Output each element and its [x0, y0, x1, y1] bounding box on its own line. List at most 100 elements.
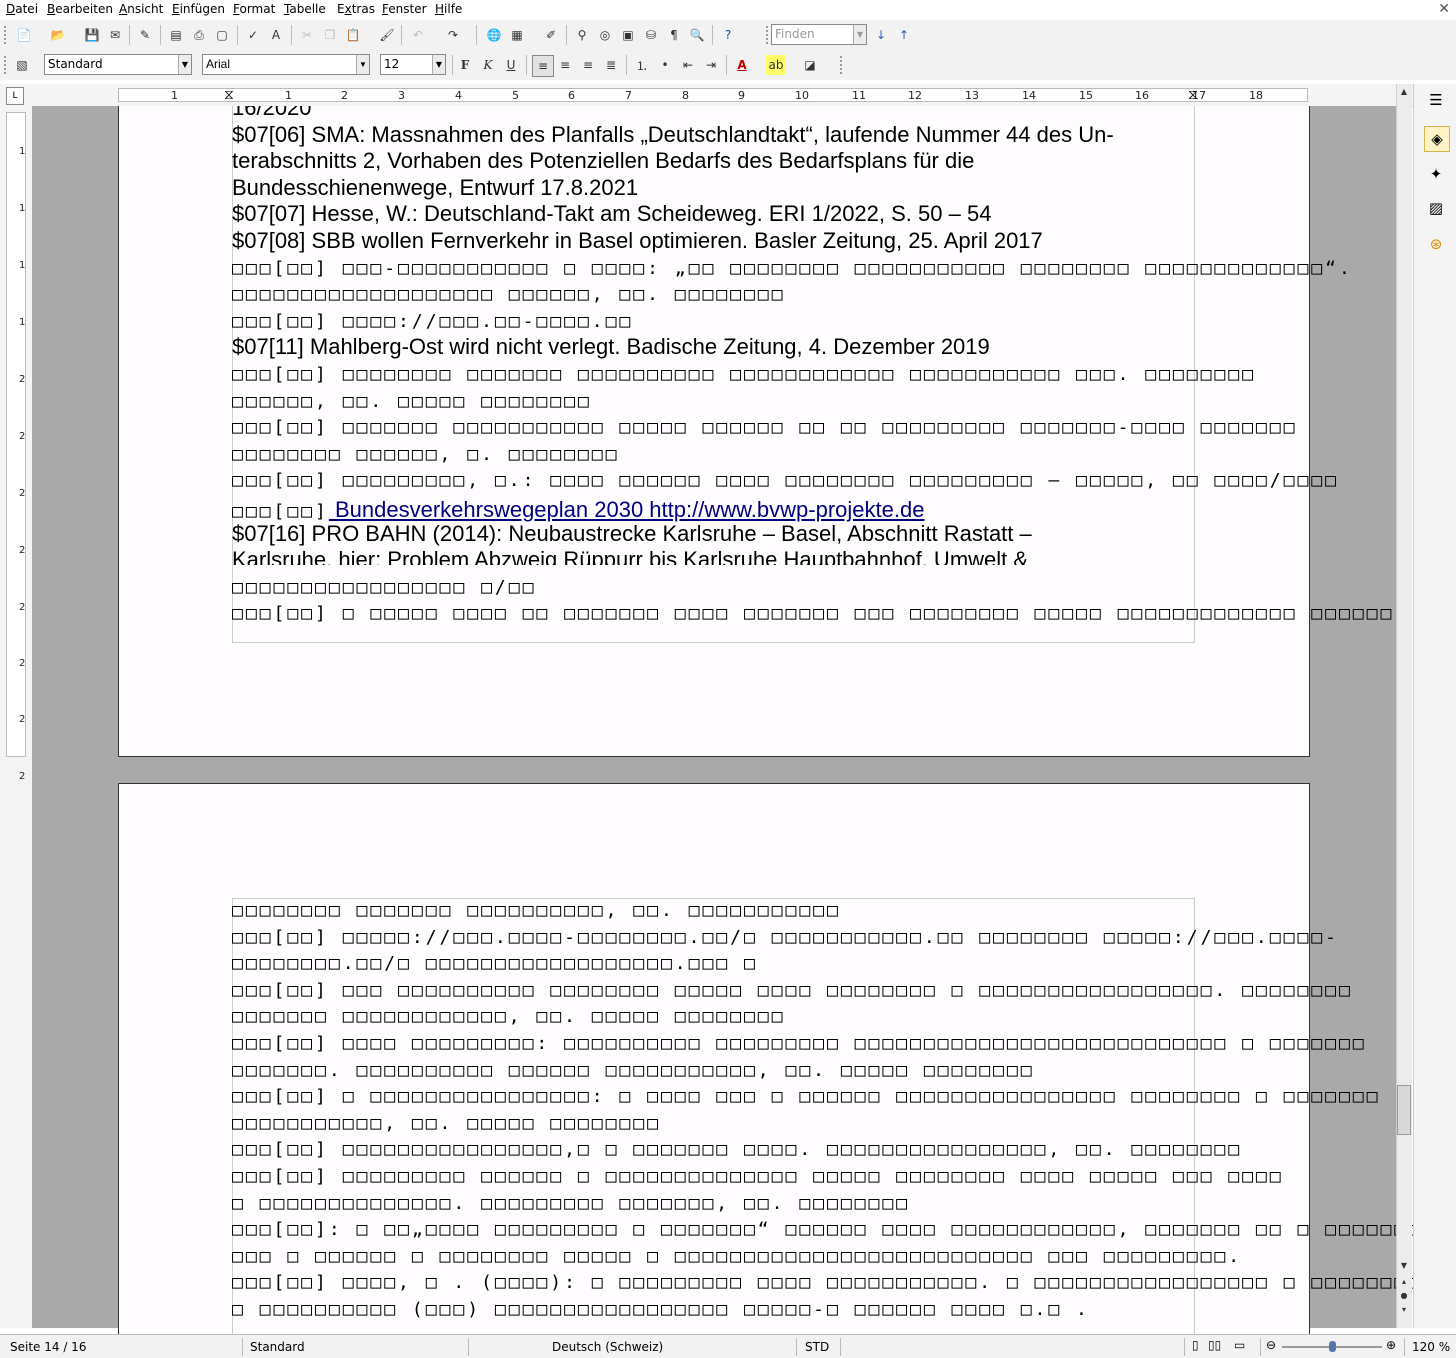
menu-tabelle[interactable]: Tabelle	[284, 2, 326, 16]
reference-line[interactable]: $07[06] SMA: Massnahmen des Planfalls „D…	[232, 122, 1114, 148]
scroll-down-icon[interactable]: ▼	[1396, 1258, 1412, 1272]
navigation-icon[interactable]: ●	[1396, 1288, 1412, 1302]
menu-einfuegen[interactable]: Einfügen	[172, 2, 225, 16]
chevron-down-icon[interactable]: ▼	[356, 55, 369, 74]
reference-line[interactable]: □□□[□□] Bundesverkehrswegeplan 2030 http…	[232, 497, 924, 523]
reference-line[interactable]: □□□[□□] □ □□□□□□□□□□□□□□□□: □ □□□□ □□□ □…	[232, 1086, 1380, 1107]
hyperlink-icon[interactable]: 🌐	[484, 25, 504, 45]
reference-line[interactable]: □□□[□□] □□□□://□□□.□□-□□□□.□□	[232, 311, 633, 332]
justify-icon[interactable]: ≣	[601, 55, 621, 75]
font-color-icon[interactable]: A	[732, 55, 752, 75]
find-previous-icon[interactable]: ↑	[894, 25, 914, 45]
italic-icon[interactable]: K	[478, 55, 498, 75]
paragraph-style-select[interactable]: Standard ▼	[44, 54, 192, 75]
single-page-view-icon[interactable]: ▯	[1192, 1338, 1199, 1352]
align-left-icon[interactable]: ≡	[532, 55, 554, 77]
reference-line[interactable]: □□□[□□] □□□□ □□□□□□□□□: □□□□□□□□□□ □□□□□…	[232, 1033, 1367, 1054]
navigator-icon[interactable]: ◎	[595, 25, 615, 45]
find-input[interactable]: Finden ▼	[771, 24, 867, 45]
scroll-up-icon[interactable]: ▲	[1396, 84, 1412, 98]
print-preview-icon[interactable]: ▢	[212, 25, 232, 45]
zoom-out-icon[interactable]: ⊖	[1266, 1338, 1276, 1352]
hyperlink[interactable]: Bundesverkehrswegeplan 2030 http://www.b…	[329, 497, 924, 522]
menu-datei[interactable]: Datei	[6, 2, 38, 16]
reference-line[interactable]: $07[07] Hesse, W.: Deutschland-Takt am S…	[232, 201, 991, 227]
datasource-icon[interactable]: ⛁	[641, 25, 661, 45]
toolbar-grip[interactable]	[4, 56, 10, 74]
chevron-down-icon[interactable]: ▼	[178, 55, 191, 74]
reference-line[interactable]: □□□[□□] □□□□□□□□□ □□□□□□ □ □□□□□□□□□□□□□…	[232, 1166, 1284, 1187]
reference-line[interactable]: □□□[□□] □□□□□□□ □□□□□□□□□□□ □□□□□ □□□□□□…	[232, 417, 1297, 438]
menu-bearbeiten[interactable]: Bearbeiten	[47, 2, 113, 16]
chevron-down-icon[interactable]: ▼	[853, 25, 866, 44]
reference-line[interactable]: □□□[□□] □ □□□□□ □□□□ □□ □□□□□□□ □□□□ □□□…	[232, 603, 1408, 624]
print-icon[interactable]: ⎙	[189, 25, 209, 45]
reference-line[interactable]: □□□[□□] □□□ □□□□□□□□□□ □□□□□□□□ □□□□□ □□…	[232, 980, 1353, 1001]
reference-line[interactable]: □□□ □ □□□□□□ □ □□□□□□□□ □□□□□ □ □□□□□□□□…	[232, 1246, 1242, 1267]
open-icon[interactable]: 📂	[48, 25, 68, 45]
menu-format[interactable]: Format	[233, 2, 275, 16]
reference-line[interactable]: □□□□□□□□ □□□□□□, □. □□□□□□□□	[232, 444, 619, 465]
scrollbar-thumb[interactable]	[1397, 1085, 1411, 1135]
menu-fenster[interactable]: Fenster	[382, 2, 427, 16]
page-style[interactable]: Standard	[250, 1340, 305, 1354]
reference-line[interactable]: □□□□□□□. □□□□□□□□□□ □□□□□□ □□□□□□□□□□□, …	[232, 1060, 1035, 1081]
zoom-icon[interactable]: 🔍	[687, 25, 707, 45]
next-page-icon[interactable]: ▾	[1396, 1302, 1412, 1316]
reference-line[interactable]: □□□□□□□□□□□, □□. □□□□□ □□□□□□□□	[232, 1113, 661, 1134]
find-next-icon[interactable]: ↓	[871, 25, 891, 45]
font-size-select[interactable]: 12 ▼	[380, 54, 446, 75]
undo-icon[interactable]: ↶	[408, 25, 428, 45]
background-color-icon[interactable]: ◪	[800, 55, 820, 75]
reference-line[interactable]: $07[11] Mahlberg-Ost wird nicht verlegt.…	[232, 334, 990, 360]
table-icon[interactable]: ▦	[507, 25, 527, 45]
bold-icon[interactable]: F	[455, 55, 475, 75]
styles-icon[interactable]: ▧	[12, 55, 32, 75]
reference-line[interactable]: □ □□□□□□□□□□□□□□. □□□□□□□□□ □□□□□□□, □□.…	[232, 1193, 910, 1214]
previous-page-icon[interactable]: ▴	[1396, 1274, 1412, 1288]
zoom-in-icon[interactable]: ⊕	[1386, 1338, 1396, 1352]
increase-indent-icon[interactable]: ⇥	[701, 55, 721, 75]
numbering-icon[interactable]: ⒈	[632, 55, 652, 75]
menu-ansicht[interactable]: Ansicht	[119, 2, 163, 16]
toolbar-grip[interactable]	[4, 26, 10, 44]
reference-line[interactable]: □ □□□□□□□□□□ (□□□) □□□□□□□□□□□□□□□□□ □□□…	[232, 1299, 1090, 1320]
clone-format-icon[interactable]: 🖌	[377, 25, 397, 45]
reference-line[interactable]: $07[16] PRO BAHN (2014): Neubaustrecke K…	[232, 521, 1032, 547]
reference-line[interactable]: □□□□□□□□ □□□□□□□ □□□□□□□□□□, □□. □□□□□□□…	[232, 900, 841, 921]
reference-line[interactable]: $07[08] SBB wollen Fernverkehr in Basel …	[232, 228, 1043, 254]
menu-hilfe[interactable]: Hilfe	[435, 2, 462, 16]
spellcheck-icon[interactable]: ✓	[243, 25, 263, 45]
redo-icon[interactable]: ↷	[443, 25, 463, 45]
reference-line[interactable]: □□□[□□] □□□□□□□□ □□□□□□□ □□□□□□□□□□ □□□□…	[232, 364, 1256, 385]
toolbar-grip[interactable]	[840, 56, 846, 74]
edit-icon[interactable]: ✎	[135, 25, 155, 45]
highlight-icon[interactable]: ab	[766, 55, 786, 75]
reference-line[interactable]: □□□□□□□□□□□□□□□□□ □/□□	[232, 577, 536, 598]
align-center-icon[interactable]: ≡	[555, 55, 575, 75]
gallery-icon[interactable]: ▣	[618, 25, 638, 45]
zoom-slider-handle[interactable]	[1329, 1341, 1336, 1352]
reference-line[interactable]: terabschnitts 2, Vorhaben des Potenziell…	[232, 148, 974, 174]
copy-icon[interactable]: ❐	[320, 25, 340, 45]
menu-extras[interactable]: Extras	[337, 2, 375, 16]
reference-line[interactable]: □□□□□□, □□. □□□□□ □□□□□□□□	[232, 391, 592, 412]
reference-line[interactable]: □□□[□□]: □ □□„□□□□ □□□□□□□□□ □ □□□□□□□“ …	[232, 1219, 1456, 1240]
save-icon[interactable]: 💾	[82, 25, 102, 45]
styles-icon[interactable]: ✦	[1424, 162, 1448, 186]
find-replace-icon[interactable]: ⚲	[572, 25, 592, 45]
reference-line[interactable]: □□□□□□□□□□□□□□□□□□□ □□□□□□, □□. □□□□□□□□	[232, 284, 785, 305]
properties-icon[interactable]: ◈	[1424, 126, 1450, 152]
draw-icon[interactable]: ✐	[541, 25, 561, 45]
new-icon[interactable]: 📄	[14, 25, 34, 45]
paste-icon[interactable]: 📋	[343, 25, 363, 45]
decrease-indent-icon[interactable]: ⇤	[678, 55, 698, 75]
language[interactable]: Deutsch (Schweiz)	[552, 1340, 663, 1354]
chevron-down-icon[interactable]: ▼	[432, 55, 445, 74]
nonprinting-icon[interactable]: ¶	[664, 25, 684, 45]
sidebar-menu-icon[interactable]: ☰	[1424, 88, 1448, 112]
help-icon[interactable]: ?	[718, 25, 738, 45]
reference-line[interactable]: □□□[□□] □□□□□□□□□, □.: □□□□ □□□□□□ □□□□ …	[232, 470, 1339, 491]
reference-line[interactable]: □□□[□□] □□□□□://□□□.□□□□-□□□□□□□□.□□/□ □…	[232, 927, 1339, 948]
pdf-icon[interactable]: ▤	[166, 25, 186, 45]
